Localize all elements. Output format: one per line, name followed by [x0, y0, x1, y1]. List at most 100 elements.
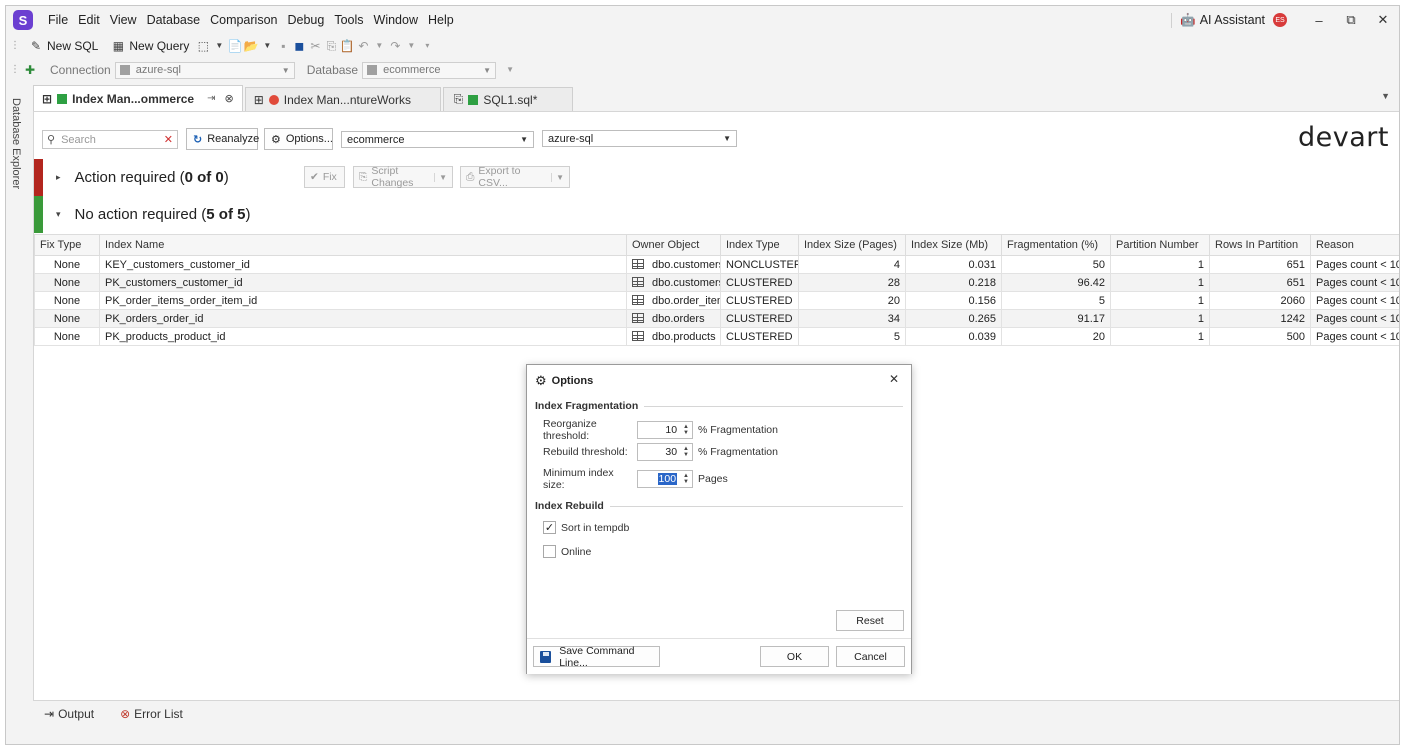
- undo-icon[interactable]: ↶: [355, 38, 371, 54]
- fix-type-cell: None: [34, 291, 100, 310]
- menu-database[interactable]: Database: [142, 13, 206, 27]
- open-dropdown-icon[interactable]: ▼: [259, 38, 275, 54]
- checkbox-checked-icon[interactable]: ✓: [543, 521, 556, 534]
- avatar[interactable]: ES: [1273, 13, 1287, 27]
- table-row[interactable]: None PK_customers_customer_id dbo.custom…: [34, 273, 1399, 292]
- menu-debug[interactable]: Debug: [282, 13, 329, 27]
- save-command-line-button[interactable]: Save Command Line...: [533, 645, 660, 669]
- pin-icon[interactable]: ⇥: [207, 93, 215, 104]
- table-row[interactable]: None KEY_customers_customer_id dbo.custo…: [34, 255, 1399, 274]
- column-header-rows-in-partition[interactable]: Rows In Partition: [1209, 234, 1311, 256]
- action-required-color-bar: [34, 159, 43, 196]
- undo-dropdown-icon[interactable]: ▼: [371, 38, 387, 54]
- menu-window[interactable]: Window: [369, 13, 423, 27]
- close-icon[interactable]: ✕: [1367, 12, 1399, 28]
- tabs-dropdown-icon[interactable]: ▼: [1381, 91, 1390, 101]
- fragmentation-cell: 5: [1001, 291, 1111, 310]
- stepper-arrows-icon[interactable]: ▲ ▼: [683, 446, 689, 458]
- database-select[interactable]: ecommerce ▼: [362, 61, 497, 79]
- reanalyze-button[interactable]: ↻ Reanalyze: [186, 128, 259, 150]
- fix-button[interactable]: ✔ Fix: [304, 166, 345, 188]
- connection-select[interactable]: azure-sql ▼: [114, 61, 295, 79]
- column-header-index-size-mb[interactable]: Index Size (Mb): [905, 234, 1002, 256]
- ok-button[interactable]: OK: [760, 646, 829, 667]
- reason-cell: Pages count < 100: [1310, 327, 1399, 346]
- column-header-fix-type[interactable]: Fix Type: [34, 234, 100, 256]
- connection-combo[interactable]: azure-sql ▼: [542, 130, 737, 147]
- sort-in-tempdb-checkbox[interactable]: ✓ Sort in tempdb: [543, 521, 629, 534]
- new-query-button[interactable]: ▦ New Query: [104, 38, 195, 54]
- document-tabs: ⊞ Index Man...ommerce ⇥ ⊗ ⊞ Index Man...…: [33, 85, 1399, 111]
- redo-dropdown-icon[interactable]: ▼: [403, 38, 419, 54]
- toolbar-grip-icon[interactable]: ⋮: [10, 65, 20, 75]
- menu-tools[interactable]: Tools: [329, 13, 368, 27]
- options-button[interactable]: ⚙ Options...: [264, 128, 333, 150]
- new-sql-button[interactable]: ✎ New SQL: [22, 38, 104, 54]
- column-header-reason[interactable]: Reason: [1310, 234, 1399, 256]
- toolbar-grip-icon[interactable]: ⋮: [10, 41, 20, 51]
- column-header-partition-number[interactable]: Partition Number: [1110, 234, 1210, 256]
- search-input[interactable]: ⚲ Search ✕: [42, 130, 178, 149]
- menu-bar: S File Edit View Database Comparison Deb…: [6, 6, 1399, 34]
- stepper-arrows-icon[interactable]: ▲ ▼: [683, 424, 689, 436]
- copy-icon[interactable]: ⎘: [323, 38, 339, 54]
- cancel-button[interactable]: Cancel: [836, 646, 905, 667]
- output-panel-button[interactable]: ⇥ Output: [44, 707, 94, 721]
- minimum-index-size-label: Minimum index size:: [543, 467, 614, 491]
- error-list-panel-button[interactable]: ⊗ Error List: [120, 707, 183, 721]
- menu-comparison[interactable]: Comparison: [205, 13, 282, 27]
- database-combo[interactable]: ecommerce ▼: [341, 131, 534, 148]
- open-folder-icon[interactable]: 📂: [243, 38, 259, 54]
- column-header-owner-object[interactable]: Owner Object: [626, 234, 721, 256]
- table-row[interactable]: None PK_products_product_id dbo.products…: [34, 327, 1399, 346]
- database-label: Database: [306, 63, 359, 77]
- tab-index-manager-ecommerce[interactable]: ⊞ Index Man...ommerce ⇥ ⊗: [33, 85, 243, 111]
- table-row[interactable]: None PK_orders_order_id dbo.orders CLUST…: [34, 309, 1399, 328]
- action-required-group[interactable]: ▸ Action required (0 of 0): [56, 169, 229, 186]
- column-header-index-size-pages[interactable]: Index Size (Pages): [798, 234, 906, 256]
- save-all-icon[interactable]: ◼: [291, 38, 307, 54]
- redo-icon[interactable]: ↷: [387, 38, 403, 54]
- new-document-dropdown-icon[interactable]: ▼: [211, 38, 227, 54]
- toolbar-overflow-icon[interactable]: ▾: [419, 38, 435, 54]
- reorganize-threshold-stepper[interactable]: 10 ▲ ▼: [637, 421, 693, 439]
- index-type-cell: CLUSTERED: [720, 273, 799, 292]
- toolbar-overflow-icon[interactable]: ▼: [502, 62, 518, 78]
- paste-icon[interactable]: 📋: [339, 38, 355, 54]
- restore-icon[interactable]: ⧉: [1335, 12, 1367, 28]
- connection-toolbar: ⋮ ✚ Connection azure-sql ▼ Database ecom…: [6, 58, 1399, 82]
- cut-icon[interactable]: ✂: [307, 38, 323, 54]
- column-header-fragmentation[interactable]: Fragmentation (%): [1001, 234, 1111, 256]
- rebuild-threshold-stepper[interactable]: 30 ▲ ▼: [637, 443, 693, 461]
- checkbox-unchecked-icon[interactable]: [543, 545, 556, 558]
- stepper-arrows-icon[interactable]: ▲ ▼: [683, 473, 689, 485]
- menu-edit[interactable]: Edit: [73, 13, 105, 27]
- table-row[interactable]: None PK_order_items_order_item_id dbo.or…: [34, 291, 1399, 310]
- reset-button[interactable]: Reset: [836, 610, 904, 631]
- export-csv-button[interactable]: ⎙ Export to CSV... ▼: [460, 165, 570, 189]
- menu-view[interactable]: View: [105, 13, 142, 27]
- menu-help[interactable]: Help: [423, 13, 459, 27]
- minimize-icon[interactable]: –: [1303, 13, 1335, 28]
- column-header-index-type[interactable]: Index Type: [720, 234, 799, 256]
- database-explorer-tab[interactable]: Database Explorer: [10, 98, 22, 189]
- ai-assistant-button[interactable]: 🤖 AI Assistant: [1171, 12, 1265, 28]
- dialog-close-icon[interactable]: ✕: [889, 372, 899, 386]
- output-label: Output: [58, 707, 95, 721]
- app-logo-icon[interactable]: S: [13, 10, 33, 30]
- online-checkbox[interactable]: Online: [543, 545, 591, 558]
- no-action-required-group[interactable]: ▾ No action required (5 of 5): [56, 206, 250, 223]
- check-circle-icon: ✔: [310, 171, 319, 183]
- open-file-icon[interactable]: 📄: [227, 38, 243, 54]
- column-header-index-name[interactable]: Index Name: [99, 234, 627, 256]
- connect-icon[interactable]: ✚: [22, 62, 38, 78]
- save-icon[interactable]: ▪: [275, 38, 291, 54]
- tab-sql1[interactable]: ⎘ SQL1.sql*: [442, 87, 573, 111]
- new-document-icon[interactable]: ⬚: [195, 38, 211, 54]
- clear-search-icon[interactable]: ✕: [164, 133, 173, 146]
- script-changes-button[interactable]: ⎘ Script Changes ▼: [353, 165, 453, 189]
- tab-index-manager-adventureworks[interactable]: ⊞ Index Man...ntureWorks: [244, 87, 441, 111]
- close-tab-icon[interactable]: ⊗: [225, 92, 234, 105]
- menu-file[interactable]: File: [43, 13, 73, 27]
- minimum-index-size-stepper[interactable]: 100 ▲ ▼: [637, 470, 693, 488]
